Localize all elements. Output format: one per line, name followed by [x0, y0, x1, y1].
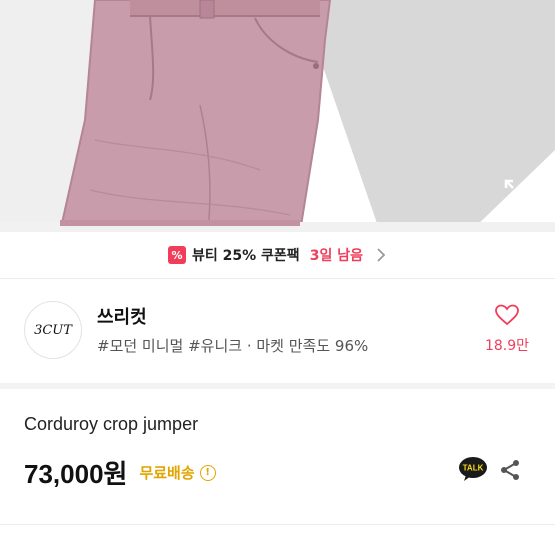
share-icon[interactable] [498, 458, 522, 482]
coupon-text: 뷰티 25% 쿠폰팩 [192, 248, 300, 264]
product-price: 73,000원 [24, 459, 128, 489]
divider [0, 524, 555, 525]
talk-icon-label: TALK [463, 464, 484, 473]
price-row: 73,000원 무료배송 ! [24, 454, 216, 491]
section-divider [0, 383, 555, 389]
product-photo-image [0, 0, 555, 232]
coupon-icon: % [168, 246, 187, 264]
shop-tags: #모던 미니멀 #유니크 · 마켓 만족도 96% [97, 337, 369, 355]
free-shipping-label: 무료배송 [139, 464, 195, 482]
shop-name[interactable]: 쓰리컷 [97, 303, 147, 329]
shop-logo[interactable]: 3CUT [24, 301, 82, 359]
product-name: Corduroy crop jumper [24, 414, 199, 434]
heart-icon [495, 304, 519, 326]
coupon-remaining: 3일 남음 [309, 248, 363, 264]
favorite-button[interactable]: 18.9만 [483, 303, 531, 355]
favorite-count: 18.9만 [484, 338, 530, 354]
product-photo[interactable] [0, 0, 555, 232]
chevron-right-icon [377, 248, 386, 262]
talk-icon[interactable]: TALK [458, 456, 488, 482]
coupon-banner[interactable]: % 뷰티 25% 쿠폰팩 3일 남음 [0, 232, 555, 278]
shop-section: 3CUT 쓰리컷 #모던 미니멀 #유니크 · 마켓 만족도 96% 18.9만 [0, 279, 555, 383]
info-icon[interactable]: ! [199, 464, 216, 481]
expand-icon[interactable] [503, 178, 529, 204]
